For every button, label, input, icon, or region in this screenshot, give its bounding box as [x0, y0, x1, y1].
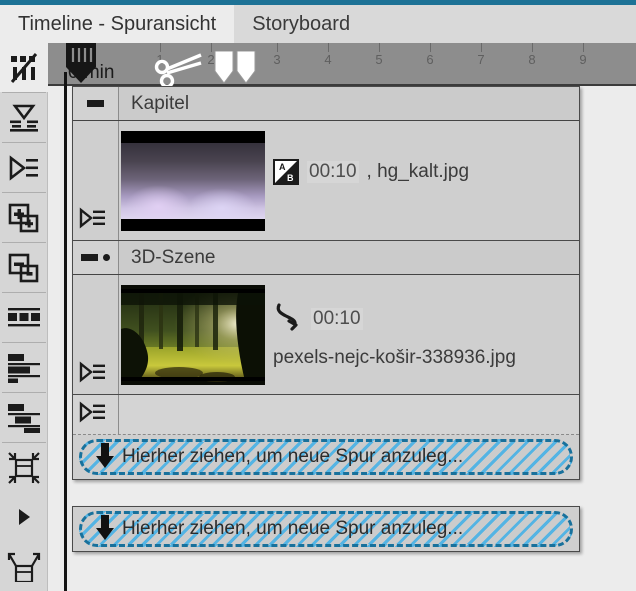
loop-arrow-icon[interactable]	[273, 301, 303, 336]
track-header-3d-szene[interactable]: 3D-Szene	[73, 241, 579, 275]
ruler-label-7: 7	[477, 52, 484, 67]
clip-row-3d-szene[interactable]: 00:10 pexels-nejc-košir-338936.jpg	[73, 275, 579, 395]
scissors-icon[interactable]	[153, 49, 211, 86]
track-title-kapitel: Kapitel	[119, 93, 189, 115]
ruler-tick	[532, 43, 533, 52]
tool-clip-properties[interactable]	[0, 43, 48, 92]
play-icon	[16, 507, 32, 527]
clip-row-gutter	[73, 275, 119, 394]
clip-meta-pexels: 00:10 pexels-nejc-košir-338936.jpg	[273, 275, 573, 394]
ruler-tick	[328, 43, 329, 52]
drop-zone-label-2: Hierher ziehen, um neue Spur anzuleg...	[122, 518, 463, 540]
track-header-gutter	[73, 241, 119, 274]
track-panel: Kapitel	[72, 86, 580, 480]
add-track-icon	[8, 203, 40, 233]
tool-play[interactable]	[0, 492, 48, 541]
ruler-label-8: 8	[528, 52, 535, 67]
ruler-label-5: 5	[375, 52, 382, 67]
tool-align-left[interactable]	[0, 343, 48, 392]
minus-icon[interactable]	[87, 100, 104, 107]
drop-zone-wrapper-1: Hierher ziehen, um neue Spur anzuleg...	[73, 435, 579, 479]
track-strip-icon	[7, 307, 41, 329]
drop-zone-label-1: Hierher ziehen, um neue Spur anzuleg...	[122, 446, 463, 468]
ruler-tick	[583, 43, 584, 52]
insert-right-icon	[8, 155, 40, 181]
svg-text:A: A	[279, 162, 286, 172]
ruler-label-4: 4	[324, 52, 331, 67]
fit-in-icon	[7, 451, 41, 485]
track-title-3d-szene: 3D-Szene	[119, 247, 216, 269]
ruler-tick	[379, 43, 380, 52]
split-marker-icon[interactable]	[213, 51, 259, 86]
tab-storyboard-label: Storyboard	[252, 13, 350, 36]
clip-duration-hg-kalt: 00:10	[307, 161, 359, 183]
remove-track-icon	[8, 253, 40, 283]
drop-zone-wrapper-2: Hierher ziehen, um neue Spur anzuleg...	[73, 507, 579, 551]
align-left-icon	[7, 353, 41, 383]
insert-right-icon[interactable]	[79, 207, 109, 234]
empty-track-row[interactable]	[73, 395, 579, 435]
clip-filename-pexels: pexels-nejc-košir-338936.jpg	[273, 347, 516, 369]
playhead-line[interactable]	[64, 72, 67, 591]
tool-rail	[0, 43, 48, 591]
clip-filename-hg-kalt: , hg_kalt.jpg	[367, 161, 469, 183]
ruler-label-9: 9	[579, 52, 586, 67]
timeline-editor-window: Timeline - Spuransicht Storyboard	[0, 0, 636, 591]
insert-right-icon[interactable]	[79, 361, 109, 388]
track-dot-icon[interactable]	[103, 254, 110, 261]
tool-insert-down[interactable]	[0, 93, 48, 142]
ruler-label-6: 6	[426, 52, 433, 67]
track-panel-extra: Hierher ziehen, um neue Spur anzuleg...	[72, 506, 580, 552]
tab-bar: Timeline - Spuransicht Storyboard	[0, 5, 636, 43]
fit-out-icon	[7, 550, 41, 582]
tool-add-track[interactable]	[0, 193, 48, 242]
insert-down-icon	[8, 104, 40, 132]
track-header-kapitel[interactable]: Kapitel	[73, 87, 579, 121]
clip-row-kapitel[interactable]: A B 00:10 , hg_kalt.jpg	[73, 121, 579, 241]
clip-meta-hg-kalt: A B 00:10 , hg_kalt.jpg	[273, 121, 573, 240]
ruler-tick	[277, 43, 278, 52]
new-track-drop-zone-1[interactable]: Hierher ziehen, um neue Spur anzuleg...	[79, 439, 573, 475]
clip-thumbnail-hg-kalt[interactable]	[121, 131, 265, 231]
ruler-label-3: 3	[273, 52, 280, 67]
tool-fit-in[interactable]	[0, 443, 48, 492]
minus-icon[interactable]	[81, 254, 98, 261]
arrow-down-icon	[94, 441, 116, 474]
clip-duration-pexels: 00:10	[311, 308, 363, 330]
tool-fit-out[interactable]	[0, 541, 48, 590]
svg-text:B: B	[287, 173, 294, 183]
ruler-tick	[430, 43, 431, 52]
ruler-tick	[481, 43, 482, 52]
clip-properties-icon	[9, 53, 39, 83]
forest-thumbnail	[121, 289, 265, 385]
tab-storyboard[interactable]: Storyboard	[234, 5, 368, 43]
align-stagger-icon	[7, 403, 41, 433]
insert-right-icon[interactable]	[79, 401, 109, 428]
arrow-down-icon	[94, 513, 116, 546]
clip-row-gutter	[73, 121, 119, 240]
tab-timeline-label: Timeline - Spuransicht	[18, 13, 216, 36]
new-track-drop-zone-2[interactable]: Hierher ziehen, um neue Spur anzuleg...	[79, 511, 573, 547]
timeline-body: Kapitel	[48, 86, 636, 591]
tool-insert-right[interactable]	[0, 143, 48, 192]
clip-thumbnail-pexels[interactable]	[121, 285, 265, 385]
ruler-tick	[211, 43, 212, 52]
playhead-icon[interactable]	[64, 43, 98, 86]
tab-timeline[interactable]: Timeline - Spuransicht	[0, 5, 234, 43]
empty-row-gutter	[73, 395, 119, 434]
track-header-gutter	[73, 87, 119, 120]
tool-align-stagger[interactable]	[0, 393, 48, 442]
tool-track-strip[interactable]	[0, 293, 48, 342]
tool-remove-track[interactable]	[0, 243, 48, 292]
timeline-ruler[interactable]: 1 2 3 4 5 6 7 8 9 0 min	[48, 43, 636, 86]
purple-gradient-thumbnail	[121, 143, 265, 219]
ab-transition-icon[interactable]: A B	[273, 159, 299, 185]
